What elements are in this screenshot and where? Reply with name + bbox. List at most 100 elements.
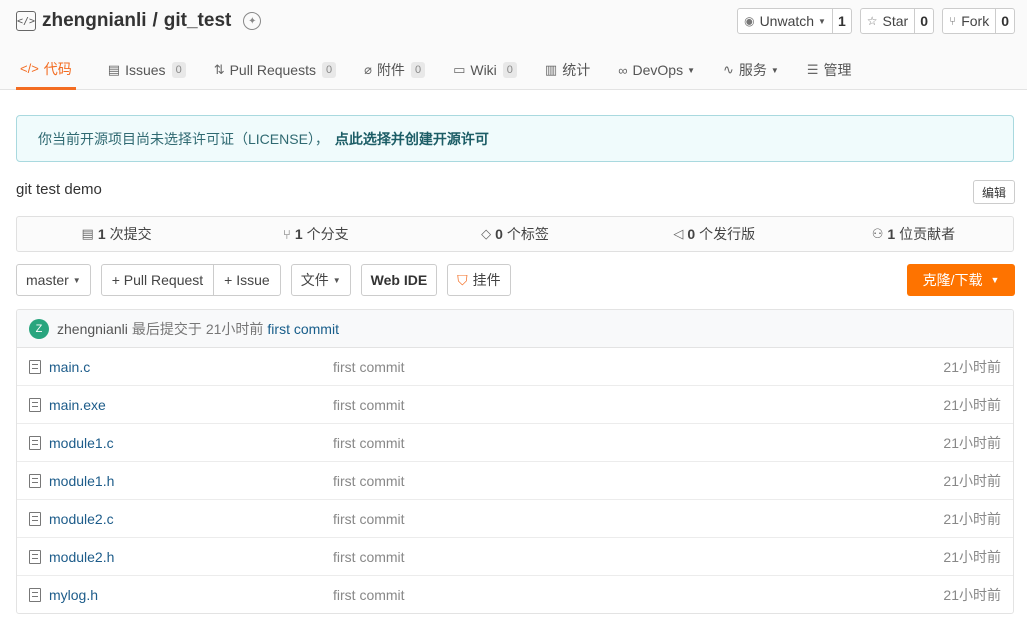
code-icon: </> — [16, 11, 36, 31]
file-commit-time: 21小时前 — [943, 472, 1001, 489]
stat-contributors[interactable]: ⚇ 1 位贡献者 — [814, 217, 1013, 251]
license-notice: 你当前开源项目尚未选择许可证（LICENSE）， 点此选择并创建开源许可 — [16, 115, 1014, 162]
repo-header: </> zhengnianli / git_test ✦ ◉ Unwatch ▼… — [0, 0, 1027, 90]
chevron-down-icon: ▼ — [990, 275, 1000, 285]
pendant-button[interactable]: ⛉ 挂件 — [447, 264, 511, 296]
tab-label: DevOps — [632, 62, 684, 78]
file-menu-button[interactable]: 文件 ▼ — [290, 264, 351, 296]
commit-message-link[interactable]: first commit — [267, 321, 339, 337]
recommend-badge-icon[interactable]: ✦ — [243, 12, 262, 30]
fork-label: Fork — [961, 13, 990, 29]
repo-description: git test demo — [16, 181, 102, 198]
edit-description-button[interactable]: 编辑 — [972, 180, 1015, 204]
stat-commits[interactable]: ▤ 1 次提交 — [17, 217, 216, 251]
watch-count[interactable]: 1 — [833, 9, 851, 33]
commit-author-link[interactable]: zhengnianli — [57, 321, 128, 337]
file-commit-message[interactable]: first commit — [333, 511, 405, 527]
file-icon — [29, 473, 41, 488]
watch-label: Unwatch — [759, 13, 815, 29]
stats-icon: ▥ — [544, 62, 558, 77]
file-name-link[interactable]: module2.h — [49, 549, 114, 565]
chevron-down-icon: ▼ — [332, 275, 341, 285]
chevron-down-icon: ▼ — [770, 65, 779, 75]
repo-title: </> zhengnianli / git_test ✦ — [16, 8, 262, 34]
watch-group: ◉ Unwatch ▼ 1 — [737, 8, 852, 34]
file-name-link[interactable]: main.c — [49, 359, 90, 375]
stat-label: 位贡献者 — [899, 226, 956, 242]
file-name-link[interactable]: module1.c — [49, 435, 114, 451]
tab-stats[interactable]: ▥ 统计 — [541, 50, 594, 90]
file-name-link[interactable]: mylog.h — [49, 587, 98, 603]
stat-count: 0 — [687, 226, 696, 242]
fork-icon: ⑂ — [949, 14, 957, 28]
fork-group: ⑂ Fork 0 — [942, 8, 1015, 34]
web-ide-button[interactable]: Web IDE — [360, 264, 438, 296]
file-name-link[interactable]: module1.h — [49, 473, 114, 489]
file-commit-message[interactable]: first commit — [333, 359, 405, 375]
file-commit-message[interactable]: first commit — [333, 473, 405, 489]
tab-count: 0 — [410, 62, 426, 78]
attachment-icon: ⌀ — [364, 62, 372, 77]
file-name-link[interactable]: main.exe — [49, 397, 106, 413]
stat-branches[interactable]: ⑂ 1 个分支 — [216, 217, 415, 251]
tab-issues[interactable]: ▤ Issues 0 — [104, 50, 190, 90]
tab-wiki[interactable]: ▭ Wiki 0 — [449, 50, 521, 90]
stat-label: 个分支 — [306, 226, 349, 242]
clone-download-button[interactable]: 克隆/下载 ▼ — [907, 264, 1015, 296]
file-row[interactable]: mylog.h first commit 21小时前 — [17, 576, 1013, 613]
stat-label: 个标签 — [506, 226, 549, 242]
repo-actions: ◉ Unwatch ▼ 1 ☆ Star 0 ⑂ Fork 0 — [737, 8, 1015, 34]
file-row[interactable]: main.exe first commit 21小时前 — [17, 386, 1013, 424]
tab-attachments[interactable]: ⌀ 附件 0 — [360, 50, 429, 90]
tab-label: 服务 — [738, 62, 767, 78]
file-commit-message[interactable]: first commit — [333, 435, 405, 451]
tab-label: Issues — [125, 62, 166, 78]
eye-icon: ◉ — [744, 14, 755, 28]
file-commit-time: 21小时前 — [943, 548, 1001, 565]
repo-name-link[interactable]: git_test — [164, 10, 232, 32]
manage-icon: ☰ — [806, 62, 819, 77]
new-issue-button[interactable]: + Issue — [213, 265, 280, 295]
branch-icon: ⑂ — [283, 226, 291, 242]
tab-count: 0 — [502, 62, 517, 78]
fork-count[interactable]: 0 — [996, 9, 1014, 33]
star-count[interactable]: 0 — [915, 9, 933, 33]
file-row[interactable]: module1.c first commit 21小时前 — [17, 424, 1013, 462]
tab-code[interactable]: </> 代码 — [16, 50, 76, 90]
file-commit-time: 21小时前 — [943, 358, 1001, 375]
wiki-icon: ▭ — [453, 62, 466, 77]
file-icon — [29, 549, 41, 564]
create-license-link[interactable]: 点此选择并创建开源许可 — [335, 129, 489, 149]
chevron-down-icon: ▼ — [818, 16, 826, 26]
branch-select[interactable]: master ▼ — [16, 264, 91, 296]
repo-tabs: </> 代码 ▤ Issues 0 ⇅ Pull Requests 0 ⌀ 附件… — [16, 50, 875, 90]
tab-label: 代码 — [43, 60, 72, 77]
tab-label: 管理 — [823, 62, 852, 78]
chevron-down-icon: ▼ — [72, 275, 81, 285]
repo-owner-link[interactable]: zhengnianli — [42, 10, 147, 32]
file-row[interactable]: main.c first commit 21小时前 — [17, 348, 1013, 386]
tab-service[interactable]: ∿ 服务 ▼ — [719, 50, 783, 90]
file-commit-message[interactable]: first commit — [333, 397, 405, 413]
file-commit-time: 21小时前 — [943, 396, 1001, 413]
pull-request-icon: ⇅ — [213, 62, 225, 77]
watch-button[interactable]: ◉ Unwatch ▼ — [738, 9, 833, 33]
fork-button[interactable]: ⑂ Fork — [943, 9, 997, 33]
file-row[interactable]: module2.h first commit 21小时前 — [17, 538, 1013, 576]
file-row[interactable]: module1.h first commit 21小时前 — [17, 462, 1013, 500]
tab-devops[interactable]: ∞ DevOps ▼ — [614, 50, 699, 90]
tab-label: Wiki — [470, 62, 497, 78]
new-pull-request-button[interactable]: + Pull Request — [102, 265, 213, 295]
tab-manage[interactable]: ☰ 管理 — [803, 50, 856, 90]
stat-releases[interactable]: ◁ 0 个发行版 — [615, 217, 814, 251]
star-button[interactable]: ☆ Star — [861, 9, 916, 33]
file-commit-message[interactable]: first commit — [333, 587, 405, 603]
tab-pull-requests[interactable]: ⇅ Pull Requests 0 — [210, 50, 340, 90]
file-commit-message[interactable]: first commit — [333, 549, 405, 565]
file-row[interactable]: module2.c first commit 21小时前 — [17, 500, 1013, 538]
file-icon — [29, 588, 41, 602]
file-icon — [29, 359, 41, 374]
avatar[interactable]: Z — [29, 318, 49, 339]
stat-tags[interactable]: ◇ 0 个标签 — [415, 217, 614, 251]
file-name-link[interactable]: module2.c — [49, 511, 114, 527]
